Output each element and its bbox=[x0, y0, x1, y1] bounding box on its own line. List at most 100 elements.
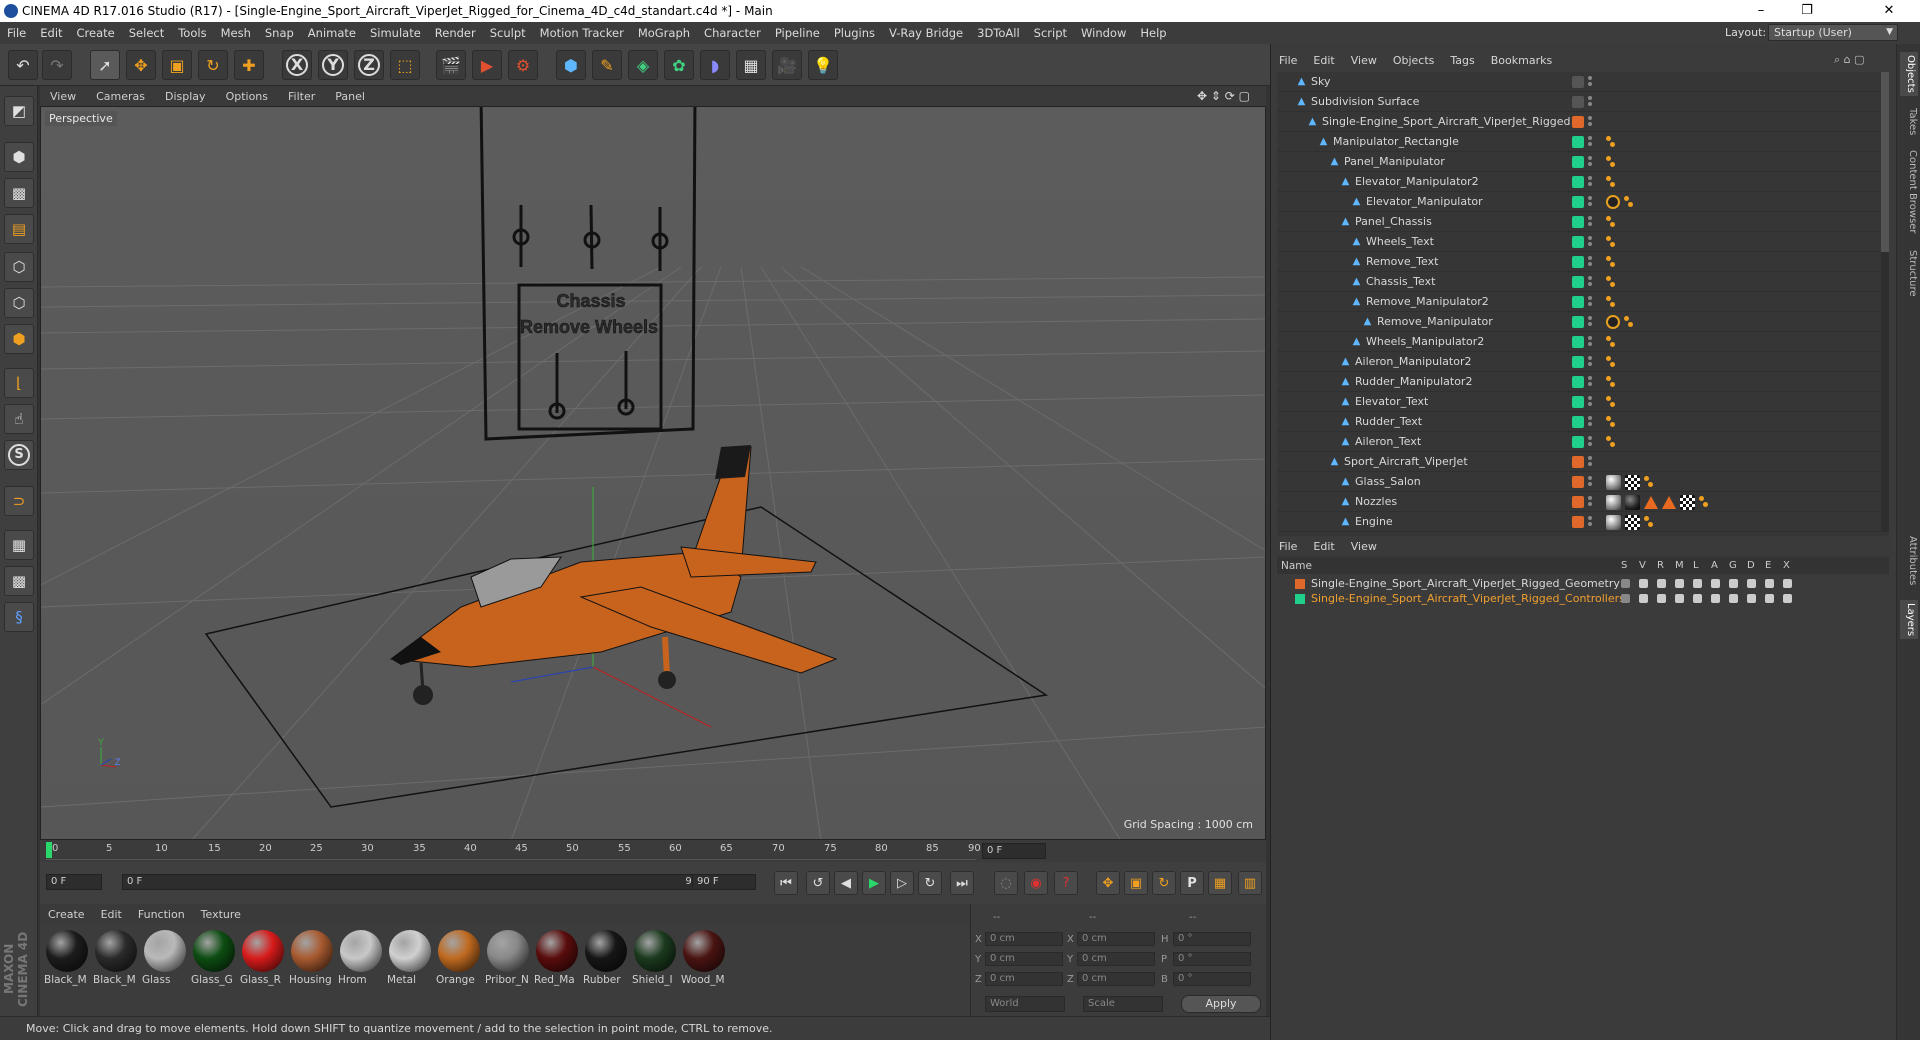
live-selection-icon[interactable]: ➚ bbox=[90, 50, 120, 80]
visibility-dots[interactable] bbox=[1588, 315, 1594, 329]
record-icon[interactable]: ◉ bbox=[1024, 871, 1048, 895]
rotate-key-icon[interactable]: ↻ bbox=[1152, 871, 1176, 895]
side-tab-structure[interactable]: Structure bbox=[1900, 250, 1918, 297]
side-tab-attributes[interactable]: Attributes bbox=[1900, 536, 1918, 585]
object-row[interactable]: ▲ Rudder_Text bbox=[1277, 412, 1889, 432]
minimize-button[interactable]: – bbox=[1738, 0, 1784, 22]
scale-icon[interactable]: ▣ bbox=[162, 50, 192, 80]
coord-pos-z-field[interactable]: 0 cm bbox=[985, 972, 1063, 986]
object-manager-search-icon[interactable]: ⌕ ⌂ ▢ bbox=[1826, 53, 1873, 67]
objmenu-edit[interactable]: Edit bbox=[1305, 54, 1342, 67]
coord-rot-h-field[interactable]: 0 ° bbox=[1173, 932, 1251, 946]
material-swatch[interactable]: Glass_R bbox=[240, 928, 286, 990]
layer-color-swatch[interactable] bbox=[1295, 579, 1305, 589]
layer-color-swatch[interactable] bbox=[1572, 76, 1584, 88]
layer-color-swatch[interactable] bbox=[1572, 476, 1584, 488]
range-slider[interactable]: 0 F 90 F bbox=[122, 874, 722, 890]
loop-icon[interactable]: ↻ bbox=[918, 871, 942, 895]
menu-vray-bridge[interactable]: V-Ray Bridge bbox=[882, 26, 970, 40]
coord-size-mode-dropdown[interactable]: Scale bbox=[1083, 996, 1163, 1012]
constraint-tag-icon[interactable] bbox=[1644, 475, 1654, 489]
coord-size-z-field[interactable]: 0 cm bbox=[1077, 972, 1155, 986]
layer-flag-toggle[interactable] bbox=[1711, 579, 1720, 588]
redo-icon[interactable]: ↷ bbox=[42, 50, 72, 80]
object-row[interactable]: ▲ Elevator_Manipulator2 bbox=[1277, 172, 1889, 192]
menu-simulate[interactable]: Simulate bbox=[363, 26, 428, 40]
scale-key-icon[interactable]: ▣ bbox=[1124, 871, 1148, 895]
menu-window[interactable]: Window bbox=[1074, 26, 1133, 40]
objmenu-file[interactable]: File bbox=[1271, 54, 1305, 67]
menu-help[interactable]: Help bbox=[1133, 26, 1173, 40]
tweak-mode-icon[interactable]: ☝ bbox=[4, 404, 34, 434]
timeline-ruler[interactable]: 0 5 10 15 20 25 30 35 40 45 50 55 60 65 … bbox=[40, 840, 1266, 862]
close-button[interactable]: ✕ bbox=[1866, 0, 1912, 22]
play-icon[interactable]: ▶ bbox=[862, 871, 886, 895]
layer-flag-toggle[interactable] bbox=[1657, 579, 1666, 588]
object-row[interactable]: ▲ Wheels_Manipulator2 bbox=[1277, 332, 1889, 352]
layer-color-swatch[interactable] bbox=[1572, 116, 1584, 128]
layer-flag-toggle[interactable] bbox=[1783, 594, 1792, 603]
menu-file[interactable]: File bbox=[0, 26, 33, 40]
layer-flag-toggle[interactable] bbox=[1639, 594, 1648, 603]
object-tree[interactable]: ▲ Sky ▲ Subdivision Surface ▲ Single-Engine_S… bbox=[1277, 72, 1889, 572]
visibility-dots[interactable] bbox=[1588, 335, 1594, 349]
constraint-tag-icon[interactable] bbox=[1606, 255, 1616, 269]
edge-mode-icon[interactable]: ⬡ bbox=[4, 288, 34, 318]
layer-color-swatch[interactable] bbox=[1572, 316, 1584, 328]
texture-mode-icon[interactable]: ▩ bbox=[4, 178, 34, 208]
menu-animate[interactable]: Animate bbox=[301, 26, 363, 40]
layer-color-swatch[interactable] bbox=[1572, 216, 1584, 228]
world-coords-icon[interactable]: ⬚ bbox=[390, 50, 420, 80]
layer-flag-toggle[interactable] bbox=[1675, 579, 1684, 588]
layer-flag-toggle[interactable] bbox=[1693, 594, 1702, 603]
visibility-dots[interactable] bbox=[1588, 135, 1594, 149]
constraint-tag-icon[interactable] bbox=[1606, 375, 1616, 389]
subdivision-icon[interactable]: ◈ bbox=[628, 50, 658, 80]
texture-tag-icon[interactable] bbox=[1625, 474, 1640, 490]
visibility-dots[interactable] bbox=[1588, 435, 1594, 449]
deformer-icon[interactable]: ◗ bbox=[700, 50, 730, 80]
menu-mesh[interactable]: Mesh bbox=[214, 26, 258, 40]
object-row[interactable]: ▲ Rudder_Manipulator2 bbox=[1277, 372, 1889, 392]
material-swatch[interactable]: Red_Ma bbox=[534, 928, 580, 990]
object-row[interactable]: ▲ Nozzles bbox=[1277, 492, 1889, 512]
viewport-perspective[interactable]: Chassis Remove Wheels Y Z Perspective Gr… bbox=[40, 106, 1266, 840]
coord-size-y-field[interactable]: 0 cm bbox=[1077, 952, 1155, 966]
constraint-tag-icon[interactable] bbox=[1606, 335, 1616, 349]
material-menu-edit[interactable]: Edit bbox=[93, 908, 130, 921]
material-menu-texture[interactable]: Texture bbox=[193, 908, 249, 921]
menu-character[interactable]: Character bbox=[697, 26, 768, 40]
constraint-tag-icon[interactable] bbox=[1606, 275, 1616, 289]
rotate-icon[interactable]: ↻ bbox=[198, 50, 228, 80]
objmenu-view[interactable]: View bbox=[1343, 54, 1385, 67]
material-tag-icon[interactable] bbox=[1606, 514, 1621, 530]
material-swatch[interactable]: Wood_M bbox=[681, 928, 727, 990]
layer-color-swatch[interactable] bbox=[1572, 256, 1584, 268]
object-row[interactable]: ▲ Glass_Salon bbox=[1277, 472, 1889, 492]
object-row[interactable]: ▲ Subdivision Surface bbox=[1277, 92, 1889, 112]
goto-end-icon[interactable]: ⏭ bbox=[950, 871, 974, 895]
make-editable-icon[interactable]: ◩ bbox=[4, 96, 34, 126]
model-mode-icon[interactable]: ⬢ bbox=[4, 142, 34, 172]
objmenu-tags[interactable]: Tags bbox=[1442, 54, 1482, 67]
material-swatch[interactable]: Metal bbox=[387, 928, 433, 990]
object-row[interactable]: ▲ Sport_Aircraft_ViperJet bbox=[1277, 452, 1889, 472]
layer-flag-toggle[interactable] bbox=[1765, 579, 1774, 588]
coord-mode-dropdown[interactable]: World bbox=[985, 996, 1065, 1012]
menu-select[interactable]: Select bbox=[122, 26, 171, 40]
visibility-dots[interactable] bbox=[1588, 515, 1594, 529]
layer-flag-toggle[interactable] bbox=[1657, 594, 1666, 603]
menu-script[interactable]: Script bbox=[1027, 26, 1074, 40]
layer-flag-toggle[interactable] bbox=[1693, 579, 1702, 588]
side-tab-layers[interactable]: Layers bbox=[1900, 600, 1918, 640]
object-row[interactable]: ▲ Chassis_Text bbox=[1277, 272, 1889, 292]
visibility-dots[interactable] bbox=[1588, 235, 1594, 249]
layer-flag-toggle[interactable] bbox=[1747, 579, 1756, 588]
camera-icon[interactable]: 🎥 bbox=[772, 50, 802, 80]
polygon-mode-icon[interactable]: ⬢ bbox=[4, 324, 34, 354]
layer-color-swatch[interactable] bbox=[1572, 456, 1584, 468]
viewport-menu-display[interactable]: Display bbox=[155, 90, 216, 103]
layer-color-swatch[interactable] bbox=[1572, 336, 1584, 348]
layer-color-swatch[interactable] bbox=[1572, 516, 1584, 528]
x-axis-icon[interactable]: X bbox=[282, 50, 312, 80]
